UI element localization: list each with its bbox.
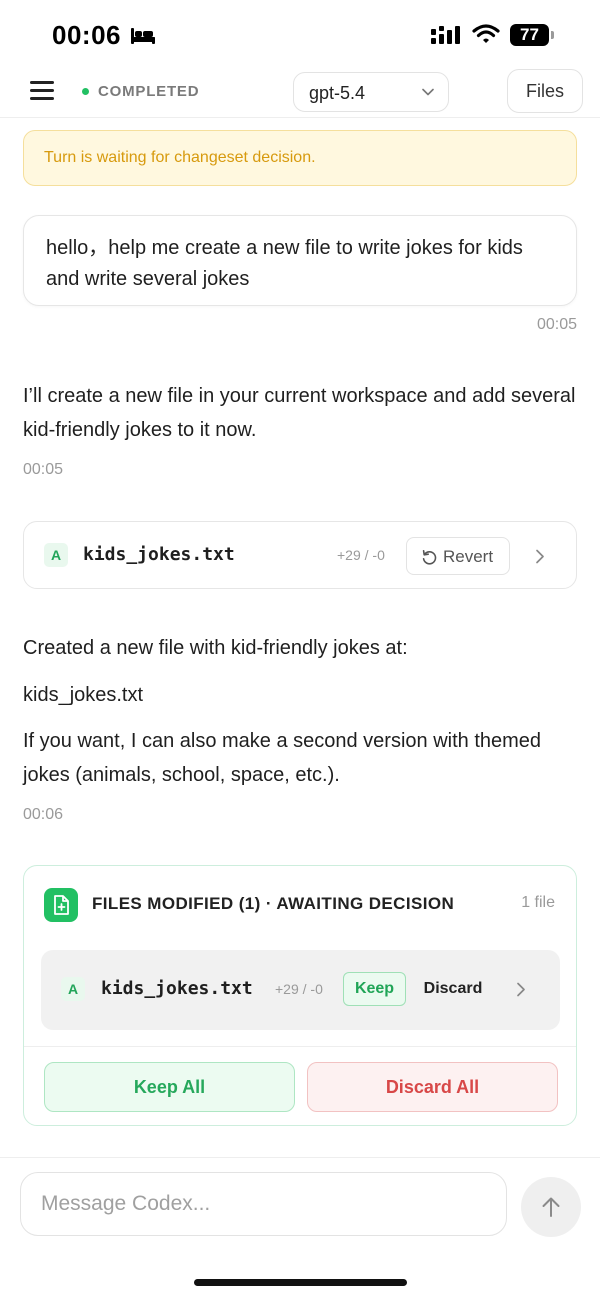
user-message-timestamp: 00:05: [536, 316, 577, 333]
signal-icon: [431, 26, 460, 44]
diff-stat: +29 / -0: [337, 547, 385, 563]
arrow-up-icon: [542, 1197, 560, 1217]
files-modified-title: FILES MODIFIED (1) · AWAITING DECISION: [92, 894, 455, 913]
assistant-message-text: If you want, I can also make a second ve…: [23, 730, 542, 786]
diff-stat: +29 / -0: [275, 981, 323, 997]
top-bar: COMPLETED gpt-5.4 Files: [0, 68, 600, 118]
status-dot: [82, 88, 89, 95]
assistant-message-timestamp: 00:06: [23, 806, 64, 823]
modified-file-row[interactable]: A kids_jokes.txt +29 / -0 Keep Discard: [41, 950, 560, 1030]
message-input[interactable]: [20, 1172, 507, 1236]
battery-icon: 77: [510, 24, 554, 46]
discard-button[interactable]: Discard: [413, 972, 493, 1006]
assistant-message-file-path: kids_jokes.txt: [23, 684, 144, 706]
assistant-message-text: I’ll create a new file in your current w…: [23, 385, 576, 441]
send-button[interactable]: [521, 1177, 581, 1237]
user-message-text: hello，help me create a new file to write…: [46, 237, 523, 290]
keep-all-button[interactable]: Keep All: [44, 1062, 295, 1112]
battery-level: 77: [510, 24, 549, 46]
chevron-right-icon[interactable]: [535, 549, 545, 564]
banner-text: Turn is waiting for changeset decision.: [44, 149, 316, 166]
user-message-bubble: hello，help me create a new file to write…: [23, 215, 577, 306]
composer-divider: [0, 1157, 600, 1158]
revert-button[interactable]: Revert: [406, 537, 510, 575]
changeset-warning-banner: Turn is waiting for changeset decision.: [23, 130, 577, 186]
wifi-icon: [472, 24, 500, 43]
assistant-message-timestamp: 00:05: [23, 461, 64, 478]
file-plus-icon: [44, 888, 78, 922]
model-selector[interactable]: gpt-5.4: [293, 72, 449, 112]
assistant-message-text: Created a new file with kid-friendly jok…: [23, 637, 408, 659]
undo-icon: [422, 550, 437, 565]
home-indicator: [194, 1279, 407, 1286]
revert-label: Revert: [443, 547, 494, 566]
panel-divider: [24, 1046, 576, 1047]
added-file-badge: A: [44, 543, 68, 567]
keep-button[interactable]: Keep: [343, 972, 406, 1006]
files-modified-panel: FILES MODIFIED (1) · AWAITING DECISION 1…: [23, 865, 577, 1126]
files-modified-count: 1 file: [521, 894, 555, 911]
files-button[interactable]: Files: [507, 69, 583, 113]
chevron-down-icon: [422, 88, 434, 96]
file-change-card[interactable]: A kids_jokes.txt +29 / -0 Revert: [23, 521, 577, 589]
file-name: kids_jokes.txt: [101, 978, 253, 999]
model-selector-label: gpt-5.4: [309, 83, 366, 103]
clock: 00:06: [52, 20, 121, 50]
status-badge: COMPLETED: [98, 83, 200, 100]
hamburger-menu-icon[interactable]: [30, 81, 54, 101]
bed-icon: [131, 28, 155, 44]
status-bar: 00:06 77: [0, 0, 600, 68]
added-file-badge: A: [61, 977, 85, 1001]
chevron-right-icon[interactable]: [516, 982, 526, 997]
discard-all-button[interactable]: Discard All: [307, 1062, 558, 1112]
file-name: kids_jokes.txt: [83, 544, 235, 565]
